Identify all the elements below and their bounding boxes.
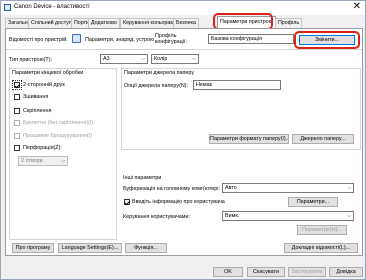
user-mgmt-select[interactable]: Вимк. ⌵ bbox=[222, 211, 354, 221]
paper-source-options-field[interactable]: Немає bbox=[193, 80, 281, 90]
chevron-down-icon: ⌵ bbox=[61, 158, 65, 164]
color-select[interactable]: Колір ⌵ bbox=[151, 54, 199, 64]
collate-checkbox[interactable] bbox=[14, 94, 20, 100]
paper-source-options-label: Опції джерела паперу(N): bbox=[124, 83, 189, 89]
view-label: Відомості про пристрій: bbox=[9, 37, 68, 43]
function-button[interactable]: Функція... bbox=[125, 243, 167, 253]
device-type-label: Тип пристрою(T): bbox=[9, 57, 52, 63]
device-info-button[interactable]: Докладні відомості(L)... bbox=[284, 243, 358, 253]
language-settings-button[interactable]: Language Settings(E)... bbox=[58, 243, 122, 253]
user-mgmt-value: Вимк. bbox=[225, 213, 240, 219]
hole-count-value: 2 отвори bbox=[21, 158, 43, 164]
punch-checkbox[interactable] bbox=[14, 145, 20, 151]
highlight-ring-change bbox=[294, 31, 360, 49]
saddle-stitch-checkbox[interactable] bbox=[14, 133, 20, 139]
help-button[interactable]: Довідка bbox=[329, 267, 363, 277]
paper-size-select[interactable]: A3 ⌵ bbox=[100, 54, 148, 64]
staple-label: Скріплення bbox=[23, 108, 52, 114]
tab-sharing[interactable]: Спільний доступ bbox=[28, 18, 75, 28]
view-value: Параметри, знаряд. устрою bbox=[85, 37, 155, 43]
tab-color-management[interactable]: Керування кольорами bbox=[120, 18, 180, 28]
booklet-label: Буклетна (без скріплення)(I) bbox=[23, 120, 94, 126]
duplex-label: 2-сторонній друк bbox=[23, 82, 65, 88]
apply-button[interactable]: Застосувати bbox=[288, 267, 326, 277]
spool-label: Буферизація на головному комп'ютері: bbox=[123, 186, 220, 192]
close-icon[interactable]: ✕ bbox=[353, 2, 361, 12]
chevron-down-icon: ⌵ bbox=[347, 213, 351, 219]
punch-label: Перфорація(Z): bbox=[23, 145, 62, 151]
about-button[interactable]: Про програму bbox=[12, 243, 54, 253]
tab-security[interactable]: Безпека bbox=[173, 18, 199, 28]
staple-checkbox[interactable] bbox=[14, 108, 20, 114]
title-bar: Canon Device - властивості ✕ bbox=[1, 1, 365, 15]
paper-size-value: A3 bbox=[103, 56, 110, 62]
color-value: Колір bbox=[154, 56, 168, 62]
profile-field[interactable]: Базова конфігурація bbox=[208, 34, 294, 44]
booklet-checkbox[interactable] bbox=[14, 120, 20, 126]
cancel-button[interactable]: Скасувати bbox=[247, 267, 285, 277]
collate-label: Зшивання bbox=[23, 94, 49, 100]
device-settings-panel: Відомості про пристрій: Параметри, знаря… bbox=[5, 28, 363, 256]
user-info-params-button[interactable]: Параметри... bbox=[288, 197, 338, 207]
other-title: Інші параметри bbox=[123, 175, 162, 181]
ok-button[interactable]: OK bbox=[213, 267, 243, 277]
chevron-down-icon: ⌵ bbox=[192, 56, 196, 62]
printer-app-icon bbox=[4, 4, 11, 11]
top-separator bbox=[6, 49, 362, 50]
paper-source-title: Параметри джерела паперу bbox=[124, 70, 195, 76]
chevron-down-icon: ⌵ bbox=[141, 56, 145, 62]
window-title: Canon Device - властивості bbox=[14, 4, 90, 10]
tab-profile[interactable]: Профіль bbox=[275, 18, 303, 28]
finishing-title: Параметри кінцевої обробки bbox=[12, 70, 84, 76]
user-mgmt-label: Керування користувачами: bbox=[123, 214, 190, 220]
paper-source-button[interactable]: Джерело паперу... bbox=[292, 134, 354, 144]
paper-format-button[interactable]: Параметри формату паперу(I)... bbox=[209, 134, 289, 144]
saddle-stitch-label: Прошивне брошурування(I) bbox=[23, 133, 92, 139]
duplex-checkbox[interactable] bbox=[12, 80, 22, 90]
hole-count-select[interactable]: 2 отвори ⌵ bbox=[18, 156, 68, 166]
tab-advanced[interactable]: Додатково bbox=[88, 18, 120, 28]
view-toggle-icon[interactable] bbox=[72, 34, 81, 43]
spool-select[interactable]: Авто ⌵ bbox=[222, 183, 354, 193]
user-mgmt-params-button[interactable]: Параметри(H)... bbox=[297, 225, 347, 235]
profile-label: Профіль конфігурації: bbox=[155, 33, 187, 45]
user-info-label: Введіть інформацію про користувача bbox=[132, 199, 225, 205]
properties-window: Canon Device - властивості ✕ Загальні Сп… bbox=[0, 0, 366, 280]
chevron-down-icon: ⌵ bbox=[347, 185, 351, 191]
tab-strip: Загальні Спільний доступ Порти Додатково… bbox=[5, 15, 363, 28]
spool-value: Авто bbox=[225, 185, 237, 191]
user-info-checkbox[interactable] bbox=[124, 199, 130, 205]
